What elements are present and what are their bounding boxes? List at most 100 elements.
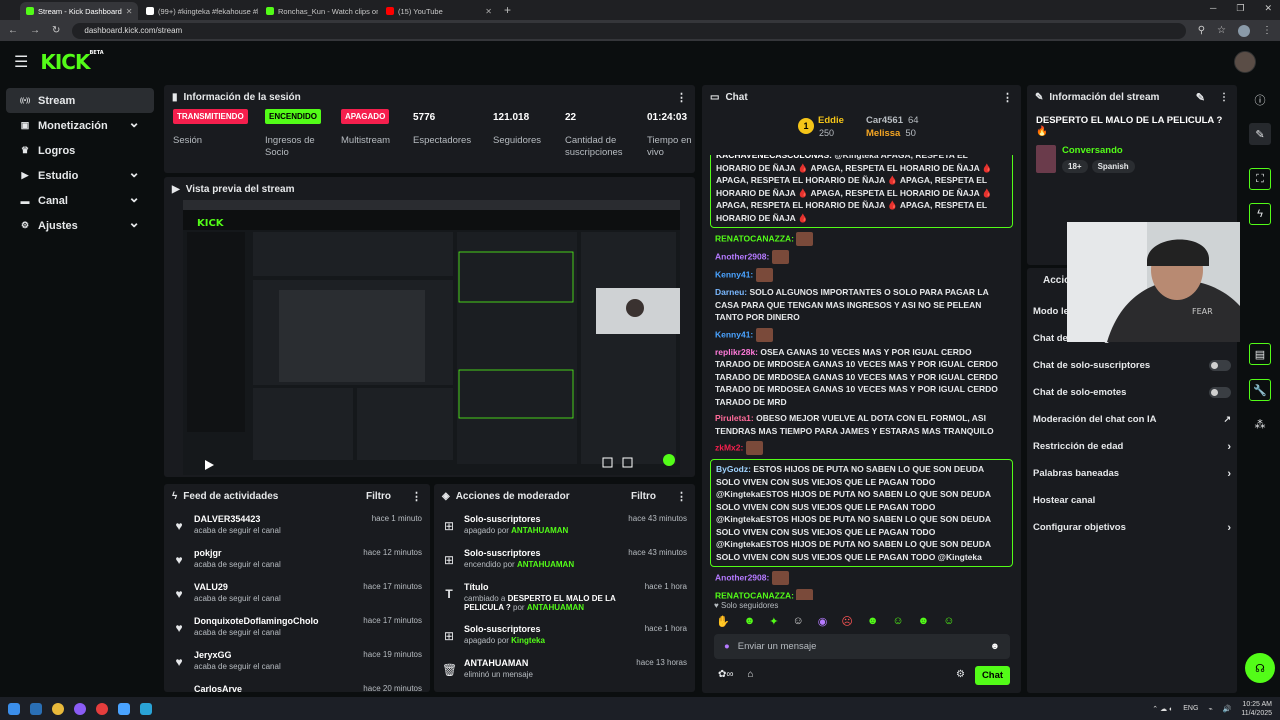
- sidebar-item-stream[interactable]: ((•)) Stream: [6, 88, 154, 113]
- more-options-icon[interactable]: ⋮: [1219, 92, 1229, 103]
- support-icon[interactable]: ☊: [1245, 653, 1275, 683]
- close-icon[interactable]: ✕: [1264, 3, 1272, 14]
- gifter-1[interactable]: Eddie: [818, 115, 844, 126]
- emote-icon[interactable]: ✦: [769, 615, 778, 628]
- action-item[interactable]: Hostear canal: [1027, 487, 1237, 514]
- chat-settings-icon[interactable]: ⚙: [956, 669, 965, 680]
- language-indicator[interactable]: ENG: [1183, 705, 1198, 712]
- action-item[interactable]: Chat de solo-emotes: [1027, 379, 1237, 406]
- filter-button[interactable]: Filtro: [631, 491, 656, 502]
- chrome-icon[interactable]: [52, 702, 64, 715]
- emoji-icon[interactable]: ☻: [990, 641, 1000, 652]
- browser-tab[interactable]: (15) YouTube ✕: [380, 2, 498, 20]
- app-icon[interactable]: [30, 702, 42, 715]
- more-options-icon[interactable]: ⋮: [676, 490, 687, 503]
- activity-user[interactable]: DonquixoteDoflamingoCholo: [194, 616, 318, 626]
- emote-icon[interactable]: ☺: [793, 615, 804, 628]
- emote-icon[interactable]: ☹: [841, 615, 852, 628]
- browser-tab[interactable]: Ronchas_Kun - Watch clips on✕: [260, 2, 378, 20]
- mod-user[interactable]: ANTAHUAMAN: [517, 560, 574, 569]
- new-tab-icon[interactable]: +: [504, 3, 511, 17]
- action-item[interactable]: Restricción de edad ›: [1027, 433, 1237, 460]
- filter-button[interactable]: Filtro: [366, 491, 391, 502]
- app-icon[interactable]: [96, 702, 108, 715]
- toggle-switch[interactable]: [1209, 360, 1231, 371]
- reload-icon[interactable]: ↻: [52, 25, 60, 36]
- more-options-icon[interactable]: ⋮: [411, 490, 422, 503]
- chat-username[interactable]: Piruleta1:: [715, 413, 754, 423]
- emote-icon[interactable]: ☻: [867, 615, 879, 628]
- send-chat-button[interactable]: Chat: [975, 666, 1010, 685]
- tag-badge[interactable]: Spanish: [1091, 160, 1135, 173]
- mod-user[interactable]: ANTAHUAMAN: [511, 526, 568, 535]
- user-avatar[interactable]: [1234, 51, 1256, 73]
- clock[interactable]: 10:25 AM 11/4/2025: [1241, 700, 1272, 718]
- chat-username[interactable]: zkMx2:: [715, 442, 743, 452]
- network-icon[interactable]: ⌁: [1208, 705, 1212, 713]
- profile-icon[interactable]: [1238, 24, 1250, 37]
- tab-close-icon[interactable]: ✕: [485, 7, 492, 16]
- emote-icon[interactable]: ☺: [892, 615, 903, 628]
- volume-icon[interactable]: 🔊: [1223, 705, 1232, 713]
- wrench-icon[interactable]: 🔧: [1249, 379, 1271, 401]
- browser-tab[interactable]: Stream - Kick Dashboard ✕: [20, 2, 138, 20]
- more-options-icon[interactable]: ⋮: [676, 91, 687, 104]
- emote-icon[interactable]: ☺: [943, 615, 954, 628]
- chat-username[interactable]: Darneu:: [715, 287, 747, 297]
- gifter-2[interactable]: Car4561 64: [866, 115, 919, 126]
- store-icon[interactable]: ⌂: [748, 669, 754, 680]
- action-item[interactable]: Palabras baneadas ›: [1027, 460, 1237, 487]
- activity-user[interactable]: DALVER354423: [194, 514, 281, 524]
- gifter-3[interactable]: Melissa 50: [866, 128, 916, 139]
- emoji-picker-icon[interactable]: ✿∞: [718, 669, 734, 680]
- edit-icon[interactable]: ✎: [1249, 123, 1271, 145]
- app-icon[interactable]: [140, 702, 152, 715]
- sidebar-item-monetización[interactable]: ▣ Monetización ⌄: [6, 113, 154, 138]
- activity-user[interactable]: JeryxGG: [194, 650, 281, 660]
- action-item[interactable]: Chat de solo-suscriptores: [1027, 352, 1237, 379]
- app-icon[interactable]: [118, 702, 130, 715]
- sidebar-item-ajustes[interactable]: ⚙ Ajustes ⌄: [6, 213, 154, 238]
- edit-icon[interactable]: ✎: [1196, 91, 1205, 104]
- bookmark-icon[interactable]: ☆: [1217, 25, 1226, 36]
- action-item[interactable]: Moderación del chat con IA ↗: [1027, 406, 1237, 433]
- windows-start-icon[interactable]: [8, 702, 20, 715]
- fullscreen-icon[interactable]: ⛶: [1249, 168, 1271, 190]
- sidebar-item-estudio[interactable]: ▶ Estudio ⌄: [6, 163, 154, 188]
- tag-badge[interactable]: 18+: [1062, 160, 1088, 173]
- chat-username[interactable]: KACHAVENECASCULONAS:: [716, 155, 832, 160]
- app-icon[interactable]: [74, 702, 86, 715]
- chat-username[interactable]: RENATOCANAZZA:: [715, 590, 794, 600]
- menu-icon[interactable]: ⋮: [1262, 25, 1272, 36]
- action-item[interactable]: Configurar objetivos ›: [1027, 514, 1237, 541]
- tray-icons[interactable]: ⌃ ☁ ◐: [1152, 705, 1173, 713]
- hamburger-menu-icon[interactable]: ☰: [14, 52, 28, 72]
- chat-username[interactable]: replikr28k:: [715, 347, 758, 357]
- back-icon[interactable]: ←: [8, 25, 18, 36]
- tab-close-icon[interactable]: ✕: [126, 7, 133, 16]
- emote-icon[interactable]: ☻: [744, 615, 756, 628]
- microphone-icon[interactable]: ●: [724, 641, 730, 652]
- forward-icon[interactable]: →: [30, 25, 40, 36]
- chat-username[interactable]: Kenny41:: [715, 329, 753, 339]
- bolt-icon[interactable]: ϟ: [1249, 203, 1271, 225]
- sidebar-item-canal[interactable]: ▬ Canal ⌄: [6, 188, 154, 213]
- toggle-switch[interactable]: [1209, 387, 1231, 398]
- emote-icon[interactable]: ☻: [918, 615, 930, 628]
- chat-username[interactable]: Kenny41:: [715, 269, 753, 279]
- chat-input[interactable]: ● Enviar un mensaje ☻: [714, 634, 1010, 659]
- chat-username[interactable]: RENATOCANAZZA:: [715, 233, 794, 243]
- share-icon[interactable]: ⁂: [1249, 413, 1271, 435]
- activity-user[interactable]: CarlosArve: [194, 684, 242, 692]
- browser-tab[interactable]: (99+) #kingteka #fekahouse #lo✕: [140, 2, 258, 20]
- url-field[interactable]: dashboard.kick.com/stream: [72, 22, 1186, 39]
- zoom-icon[interactable]: ⚲: [1198, 25, 1205, 36]
- emote-icon[interactable]: ✋: [716, 615, 730, 628]
- activity-user[interactable]: pokjgr: [194, 548, 281, 558]
- more-options-icon[interactable]: ⋮: [1002, 91, 1013, 104]
- chat-icon[interactable]: ▤: [1249, 343, 1271, 365]
- chat-username[interactable]: Another2908:: [715, 572, 769, 582]
- minimize-icon[interactable]: ─: [1210, 3, 1216, 14]
- chat-username[interactable]: Another2908:: [715, 251, 769, 261]
- mod-user[interactable]: Kingteka: [511, 636, 545, 645]
